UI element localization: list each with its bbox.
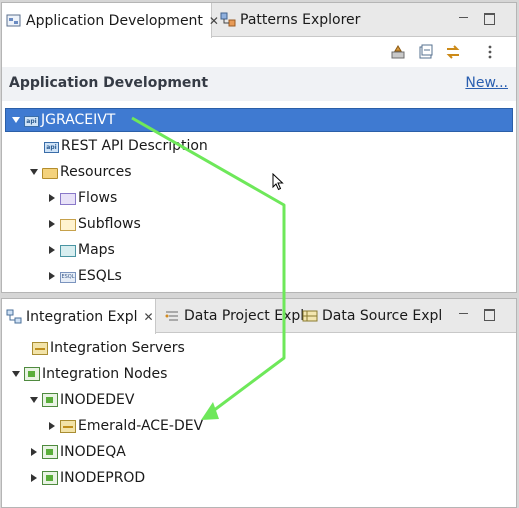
expand-arrow-icon[interactable] [30, 448, 38, 456]
expand-arrow-icon[interactable] [30, 168, 38, 176]
tab-patterns-explorer[interactable]: Patterns Explorer [216, 3, 396, 37]
tab-label: Data Project Expl [184, 308, 305, 324]
bottom-tab-bar: Integration Expl ✕ Data Project Expl Dat… [2, 299, 516, 334]
maximize-icon[interactable] [482, 11, 496, 25]
expand-arrow-icon[interactable] [30, 474, 38, 482]
top-tab-bar: Application Development ✕ Patterns Explo… [2, 3, 516, 38]
integration-node-icon [42, 471, 58, 485]
tree-item-label: Integration Nodes [42, 366, 168, 382]
expand-arrow-icon[interactable] [30, 396, 38, 404]
minimize-icon[interactable] [456, 11, 470, 25]
rest-api-icon: api [44, 141, 59, 153]
tree-item-emerald-ace-dev[interactable]: Emerald-ACE-DEV [48, 414, 203, 438]
tree-item-label: INODEQA [60, 444, 126, 460]
section-title: Application Development [9, 75, 209, 91]
patterns-icon [220, 12, 236, 28]
tree-item-subflows[interactable]: Subflows [48, 212, 141, 236]
collapse-all-icon[interactable] [418, 44, 434, 60]
expand-arrow-icon[interactable] [48, 422, 56, 430]
expand-arrow-icon[interactable] [48, 194, 56, 202]
maximize-icon[interactable] [482, 307, 496, 321]
view-menu-icon[interactable] [482, 44, 498, 60]
flows-icon [60, 193, 76, 205]
tree-item-label: ESQLs [78, 268, 122, 284]
tree-item-label: INODEPROD [60, 470, 146, 486]
expand-arrow-icon[interactable] [48, 220, 56, 228]
data-source-icon [302, 308, 318, 324]
integration-explorer-icon [6, 309, 22, 325]
tree-item-label: Emerald-ACE-DEV [78, 418, 204, 434]
tree-item-inodeprod[interactable]: INODEPROD [30, 466, 145, 490]
expand-arrow-icon[interactable] [48, 246, 56, 254]
deploy-icon[interactable] [390, 44, 406, 60]
tree-item-label: INODEDEV [60, 392, 135, 408]
tree-item-label: Subflows [78, 216, 141, 232]
expand-arrow-icon[interactable] [48, 272, 56, 280]
top-toolbar [2, 37, 516, 67]
tree-item-label: Maps [78, 242, 115, 258]
tree-item-inodeqa[interactable]: INODEQA [30, 440, 126, 464]
expand-arrow-icon[interactable] [12, 116, 20, 124]
integration-server-icon [60, 420, 76, 433]
integration-server-icon [32, 342, 48, 355]
tree-item-esqls[interactable]: ESQL ESQLs [48, 264, 122, 288]
tab-label: Data Source Expl [322, 308, 443, 324]
integration-explorer-view: Integration Expl ✕ Data Project Expl Dat… [1, 298, 517, 508]
tree-item-inodedev[interactable]: INODEDEV [30, 388, 134, 412]
maps-icon [60, 245, 76, 257]
close-icon[interactable]: ✕ [144, 310, 154, 324]
application-icon: api [24, 115, 39, 127]
section-header: Application Development New... [2, 67, 516, 101]
tree-item-flows[interactable]: Flows [48, 186, 117, 210]
tree-item-label: REST API Description [61, 138, 208, 154]
tree-item-label: Integration Servers [50, 340, 185, 356]
tree-item-jgraceivt[interactable]: api JGRACEIVT [5, 108, 513, 132]
tree-item-label: Flows [78, 190, 118, 206]
mouse-cursor-icon [272, 173, 284, 191]
expand-arrow-icon[interactable] [12, 370, 20, 378]
tab-data-source-explorer[interactable]: Data Source Expl [298, 299, 442, 333]
tab-integration-explorer[interactable]: Integration Expl ✕ [2, 299, 156, 334]
new-link[interactable]: New... [465, 75, 508, 91]
app-dev-icon [6, 13, 22, 29]
subflows-icon [60, 219, 76, 231]
integration-node-icon [42, 445, 58, 459]
tree-item-resources[interactable]: Resources [30, 160, 132, 184]
link-with-editor-icon[interactable] [445, 44, 461, 60]
tab-label: Integration Expl [26, 308, 138, 325]
tree-item-label: Resources [60, 164, 132, 180]
tab-application-development[interactable]: Application Development ✕ [2, 3, 219, 38]
application-development-view: Application Development ✕ Patterns Explo… [1, 2, 517, 293]
folder-icon [42, 168, 58, 179]
integration-node-icon [42, 393, 58, 407]
tree-item-integration-servers[interactable]: Integration Servers [20, 336, 185, 360]
tab-label: Application Development [26, 12, 203, 29]
esql-icon: ESQL [60, 272, 76, 283]
integration-node-icon [24, 367, 40, 381]
tab-label: Patterns Explorer [240, 12, 361, 28]
tree-item-maps[interactable]: Maps [48, 238, 115, 262]
tab-data-project-explorer[interactable]: Data Project Expl [160, 299, 304, 333]
tree-item-rest-api-description[interactable]: api REST API Description [32, 134, 208, 158]
tree-item-label: JGRACEIVT [41, 112, 116, 128]
tree-item-integration-nodes[interactable]: Integration Nodes [12, 362, 167, 386]
minimize-icon[interactable] [456, 307, 470, 321]
data-project-icon [164, 308, 180, 324]
